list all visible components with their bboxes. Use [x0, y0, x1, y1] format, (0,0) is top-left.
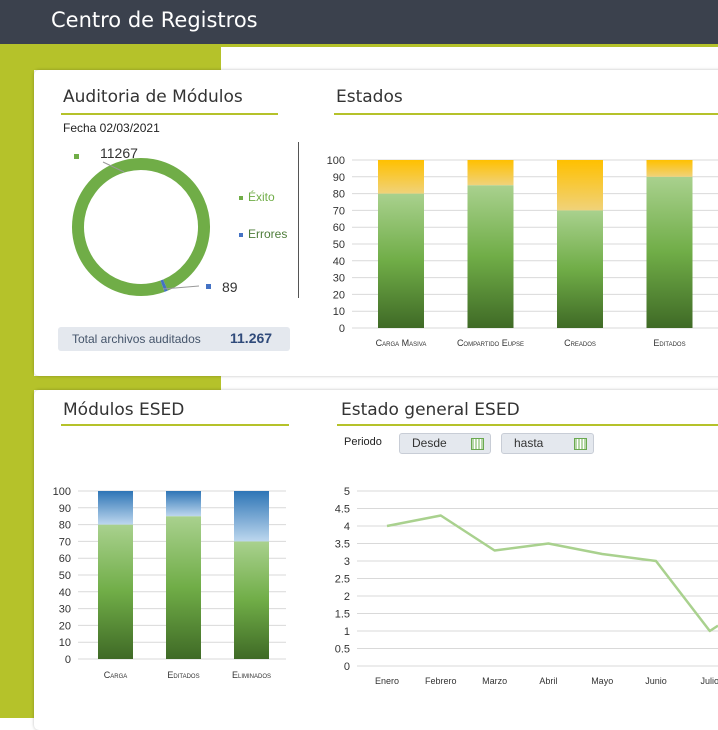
bar-0-0: [378, 194, 424, 328]
y-tick-label: 4.5: [335, 504, 350, 516]
x-tick-label: Creados: [564, 338, 596, 348]
y-tick-label: 20: [333, 289, 345, 301]
bar-1-0: [98, 491, 133, 525]
bar-1-1: [468, 160, 514, 185]
x-tick-label: Febrero: [425, 676, 457, 686]
bar-0-2: [557, 210, 603, 328]
bar-1-2: [234, 491, 269, 541]
y-tick-label: 5: [344, 486, 350, 498]
y-tick-label: 2.5: [335, 574, 350, 586]
x-tick-label: Editados: [653, 338, 685, 348]
bar-0-0: [98, 525, 133, 659]
y-tick-label: 30: [59, 604, 71, 616]
y-tick-label: 1: [344, 626, 350, 638]
y-tick-label: 10: [59, 637, 71, 649]
y-tick-label: 0: [65, 654, 71, 666]
y-tick-label: 70: [59, 536, 71, 548]
x-tick-label: Junio: [645, 676, 667, 686]
y-tick-label: 40: [59, 587, 71, 599]
x-tick-label: Marzo: [482, 676, 507, 686]
y-tick-label: 40: [333, 256, 345, 268]
x-tick-label: Mayo: [591, 676, 613, 686]
bar-1-2: [557, 160, 603, 210]
modulos_bar-group: 0 10 20 30 40 50 60 70 80 90 100 Carga Editados Elimi…: [53, 486, 286, 680]
x-tick-label: Enero: [375, 676, 399, 686]
y-tick-label: 3: [344, 556, 350, 568]
x-tick-label: Julio: [701, 676, 718, 686]
y-tick-label: 0: [344, 661, 350, 673]
bar-0-1: [166, 516, 201, 659]
y-tick-label: 60: [59, 553, 71, 565]
x-tick-label: Compartido Eupse: [457, 338, 524, 348]
estados_bar-group: 0 10 20 30 40 50 60 70 80 90 100 Carga Masiva Compar…: [327, 155, 718, 348]
y-tick-label: 1.5: [335, 609, 350, 621]
y-tick-label: 90: [59, 503, 71, 515]
bar-0-3: [647, 177, 693, 328]
charts-layer: 0102030405060708090100Carga MasivaCompar…: [0, 0, 718, 718]
bar-1-3: [647, 160, 693, 177]
bar-0-2: [234, 541, 269, 659]
y-tick-label: 0: [339, 323, 345, 335]
y-tick-label: 100: [327, 155, 345, 167]
y-tick-label: 80: [333, 189, 345, 201]
y-tick-label: 70: [333, 205, 345, 217]
bar-1-0: [378, 160, 424, 194]
y-tick-label: 2: [344, 591, 350, 603]
y-tick-label: 3.5: [335, 539, 350, 551]
x-tick-label: Abril: [539, 676, 557, 686]
estado_general_line-group: 0 0.5 1 1.5 2 2.5 3 3.5 4 4.5 5 Enero Febrero Marzo Ab…: [335, 486, 718, 686]
y-tick-label: 90: [333, 172, 345, 184]
y-tick-label: 4: [344, 521, 350, 533]
y-tick-label: 30: [333, 273, 345, 285]
y-tick-label: 20: [59, 620, 71, 632]
y-tick-label: 50: [59, 570, 71, 582]
y-tick-label: 10: [333, 306, 345, 318]
y-tick-label: 0.5: [335, 644, 350, 656]
x-tick-label: Carga: [104, 670, 128, 680]
y-tick-label: 80: [59, 520, 71, 532]
y-tick-label: 60: [333, 222, 345, 234]
x-tick-label: Editados: [167, 670, 199, 680]
y-tick-label: 100: [53, 486, 71, 498]
y-tick-label: 50: [333, 239, 345, 251]
x-tick-label: Carga Masiva: [376, 338, 427, 348]
bar-0-1: [468, 185, 514, 328]
bar-1-1: [166, 491, 201, 516]
x-tick-label: Eliminados: [232, 670, 271, 680]
